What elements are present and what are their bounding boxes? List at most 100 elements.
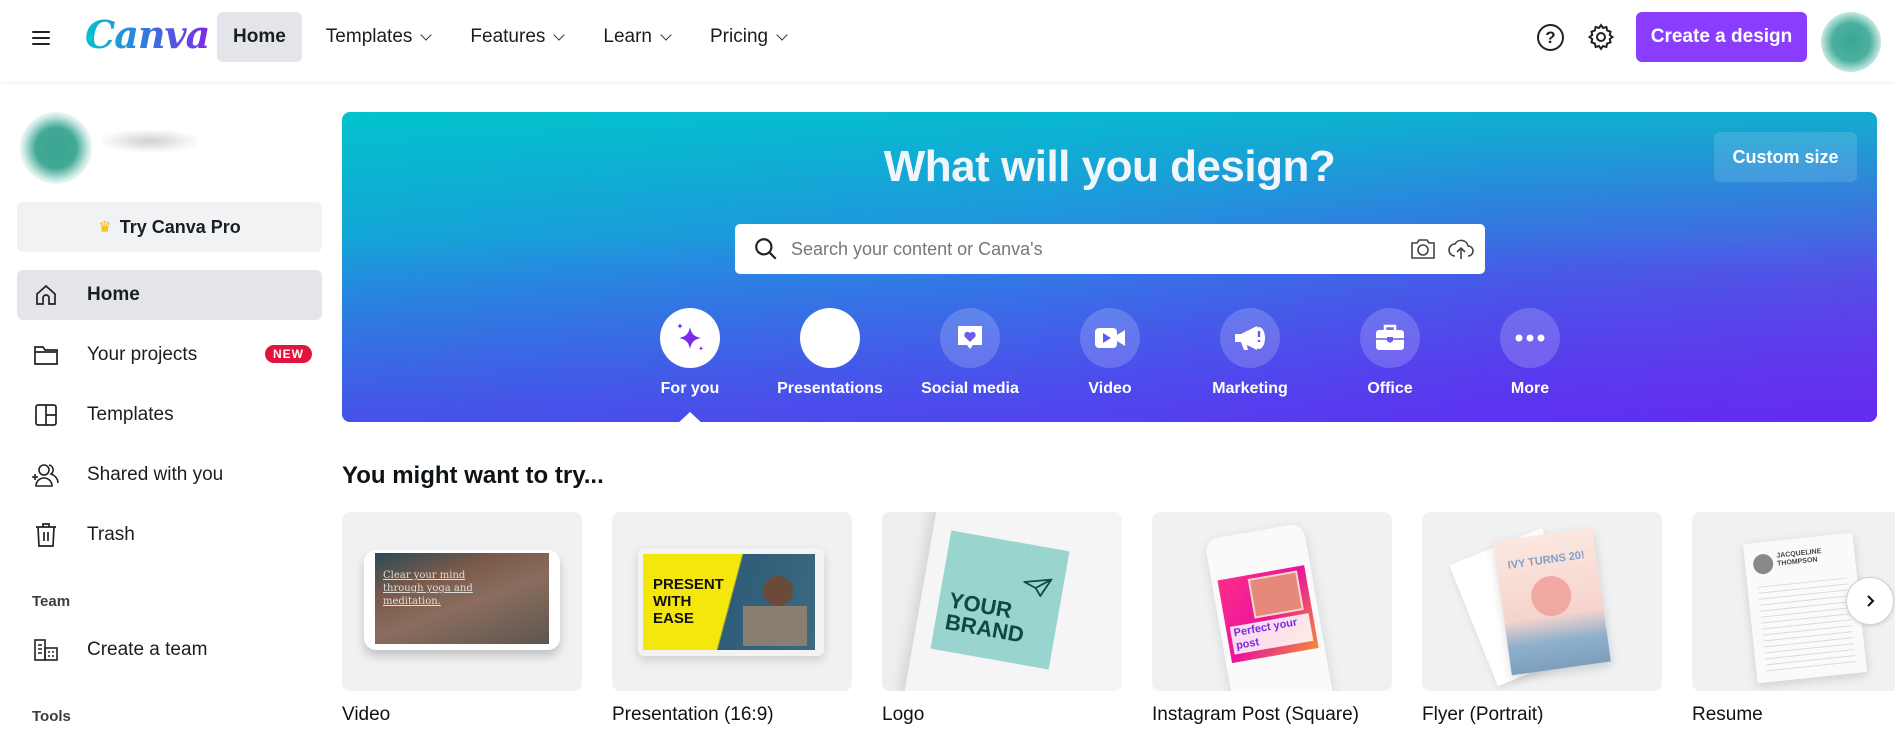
category-presentations[interactable]: Presentations xyxy=(770,308,890,398)
team-heading: Team xyxy=(32,593,71,610)
briefcase-icon xyxy=(1376,324,1404,350)
card-thumbnail: Perfect your post xyxy=(1152,512,1392,691)
sidebar-item-label: Shared with you xyxy=(87,464,224,485)
category-label: Social media xyxy=(921,380,1019,397)
resume-photo xyxy=(1752,553,1775,576)
phone-frame: Perfect your post xyxy=(1204,522,1336,691)
sidebar-item-label: Templates xyxy=(87,404,174,425)
category-office[interactable]: Office xyxy=(1330,308,1450,398)
profile-name-blurred xyxy=(102,130,197,152)
more-dots-icon xyxy=(1515,334,1545,342)
thumb-text: PRESENT WITH EASE xyxy=(653,576,724,627)
search-icon xyxy=(755,238,777,260)
cloud-upload-icon[interactable] xyxy=(1447,235,1475,263)
new-badge: NEW xyxy=(265,345,312,363)
shared-users-icon xyxy=(31,460,61,490)
slide-image: PRESENT WITH EASE xyxy=(643,554,815,650)
sidebar-item-shared-with-you[interactable]: Shared with you xyxy=(17,450,322,500)
category-label: Video xyxy=(1088,380,1132,397)
sidebar-item-home[interactable]: Home xyxy=(17,270,322,320)
category-circle xyxy=(660,308,720,368)
category-marketing[interactable]: Marketing xyxy=(1190,308,1310,398)
card-label: Flyer (Portrait) xyxy=(1422,704,1544,725)
camera-icon[interactable] xyxy=(1409,235,1437,263)
category-circle xyxy=(1500,308,1560,368)
paper-plane-icon xyxy=(1021,578,1053,598)
sidebar-item-your-projects[interactable]: Your projects NEW xyxy=(17,330,322,380)
menu-icon[interactable] xyxy=(32,29,52,47)
category-label: For you xyxy=(660,380,720,397)
nav-label: Home xyxy=(233,26,286,47)
nav-label: Pricing xyxy=(710,26,769,47)
card-label: Video xyxy=(342,704,391,725)
card-thumbnail: PRESENT WITH EASE xyxy=(612,512,852,691)
phone-frame: Clear your mind through yoga and meditat… xyxy=(364,550,560,650)
profile-section[interactable] xyxy=(20,112,200,202)
category-label: Marketing xyxy=(1212,380,1288,397)
suggestion-card-logo[interactable]: YOUR BRAND Logo xyxy=(882,512,1122,726)
try-pro-label: Try Canva Pro xyxy=(119,216,241,237)
card-label: Presentation (16:9) xyxy=(612,704,774,725)
category-label: Presentations xyxy=(777,380,883,397)
category-more[interactable]: More xyxy=(1470,308,1590,398)
nav-label: Templates xyxy=(325,26,413,47)
nav-templates[interactable]: Templates xyxy=(310,12,447,62)
card-label: Logo xyxy=(882,704,925,725)
chevron-down-icon xyxy=(776,28,788,41)
sidebar-item-create-team[interactable]: Create a team xyxy=(17,625,322,675)
flyer: IVY TURNS 20! xyxy=(1493,527,1611,676)
category-circle xyxy=(940,308,1000,368)
sidebar-item-label: Home xyxy=(87,284,140,305)
custom-size-button[interactable]: Custom size xyxy=(1714,132,1857,182)
building-icon xyxy=(31,635,61,665)
trash-icon xyxy=(31,520,61,550)
suggestion-card-flyer[interactable]: IVY TURNS 20! Flyer (Portrait) xyxy=(1422,512,1662,726)
canva-logo[interactable]: Canva xyxy=(85,12,210,57)
nav-label: Learn xyxy=(603,26,652,47)
card-label: Resume xyxy=(1692,704,1763,725)
design-banner: What will you design? Custom size For yo… xyxy=(342,112,1877,424)
sparkle-icon xyxy=(677,323,704,351)
carousel-next-button[interactable] xyxy=(1846,577,1894,625)
gear-icon[interactable] xyxy=(1586,22,1616,52)
profile-avatar xyxy=(20,112,92,184)
home-icon xyxy=(31,280,61,310)
category-video[interactable]: Video xyxy=(1050,308,1170,398)
presentation-icon xyxy=(800,308,860,368)
nav-home[interactable]: Home xyxy=(217,12,302,62)
suggestion-card-video[interactable]: Clear your mind through yoga and meditat… xyxy=(342,512,582,726)
crown-icon: ♛ xyxy=(98,219,112,236)
logo-square: YOUR BRAND xyxy=(930,530,1070,670)
search-input[interactable] xyxy=(791,238,1409,260)
nav-pricing[interactable]: Pricing xyxy=(694,12,802,62)
photo xyxy=(1247,570,1304,619)
suggestions-title: You might want to try... xyxy=(342,462,604,489)
nav-features[interactable]: Features xyxy=(454,12,579,62)
try-canva-pro-button[interactable]: ♛ Try Canva Pro xyxy=(17,202,322,252)
thumb-text: Clear your mind through yoga and meditat… xyxy=(383,570,473,607)
create-design-button[interactable]: Create a design xyxy=(1636,12,1807,62)
help-icon[interactable]: ? xyxy=(1537,24,1564,51)
chevron-down-icon xyxy=(420,28,433,41)
category-label: More xyxy=(1510,380,1550,397)
resume-lines xyxy=(1757,577,1857,673)
category-social-media[interactable]: Social media xyxy=(910,308,1030,398)
thumb-text: YOUR BRAND xyxy=(943,587,1026,648)
user-avatar[interactable] xyxy=(1821,12,1881,72)
selected-category-pointer xyxy=(677,412,703,424)
nav-learn[interactable]: Learn xyxy=(587,12,686,62)
thumb-text: Perfect your post xyxy=(1229,613,1314,655)
chevron-down-icon xyxy=(660,28,672,41)
folder-icon xyxy=(31,340,61,370)
category-label: Office xyxy=(1367,380,1413,397)
sidebar: ♛ Try Canva Pro Home Your projects NEW T… xyxy=(0,82,330,738)
card-thumbnail: YOUR BRAND xyxy=(882,512,1122,691)
suggestion-card-presentation[interactable]: PRESENT WITH EASE Presentation (16:9) xyxy=(612,512,852,726)
category-circle xyxy=(1360,308,1420,368)
card-thumbnail: IVY TURNS 20! xyxy=(1422,512,1662,691)
sidebar-item-templates[interactable]: Templates xyxy=(17,390,322,440)
suggestion-card-instagram-post[interactable]: Perfect your post Instagram Post (Square… xyxy=(1152,512,1392,726)
thumb-text: IVY TURNS 20! xyxy=(1507,549,1586,572)
category-for-you[interactable]: For you xyxy=(630,308,750,398)
sidebar-item-trash[interactable]: Trash xyxy=(17,510,322,560)
